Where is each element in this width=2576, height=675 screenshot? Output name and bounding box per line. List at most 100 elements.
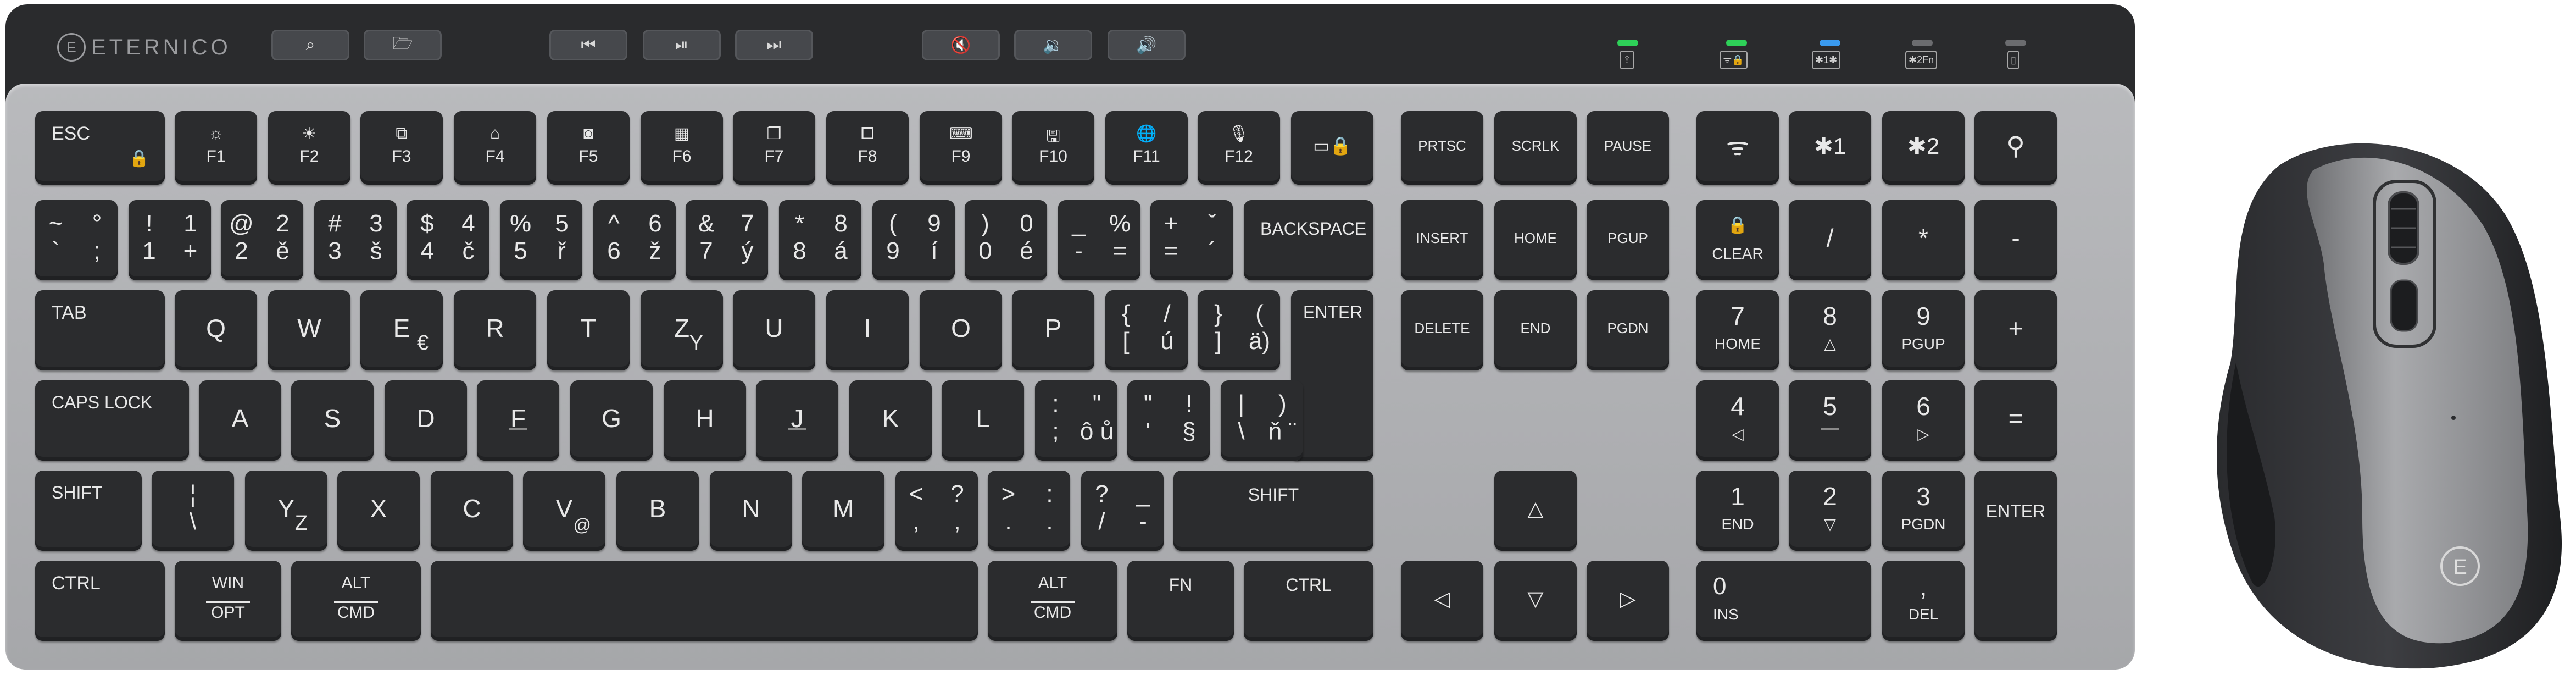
key-s[interactable]: S [291, 380, 374, 461]
numpad-3-key[interactable]: 3 PGDN [1882, 471, 1965, 551]
key-x[interactable]: X [337, 471, 420, 551]
key-u[interactable]: U [733, 290, 815, 370]
key-c[interactable]: C [431, 471, 513, 551]
previous-track-hotkey[interactable]: ⏮ [549, 30, 627, 60]
key-v[interactable]: V @ [523, 471, 605, 551]
bracket-left-key[interactable]: {/ [ú [1105, 290, 1188, 370]
numpad-multiply-key[interactable]: * [1882, 200, 1965, 280]
key-o[interactable]: O [920, 290, 1002, 370]
key-6[interactable]: ^ 6 6 ž [593, 200, 676, 280]
key-7[interactable]: & 7 7 ý [686, 200, 768, 280]
key-y[interactable]: YZ [245, 471, 327, 551]
key-b[interactable]: B [616, 471, 699, 551]
f5-key[interactable]: ◙ F5 [547, 111, 630, 185]
f9-key[interactable]: ⌨ F9 [920, 111, 1002, 185]
numpad-enter-key[interactable]: ENTER [1974, 471, 2057, 641]
key-n[interactable]: N [710, 471, 792, 551]
key-i[interactable]: I [826, 290, 909, 370]
key-3[interactable]: #3 3 š [314, 200, 397, 280]
key-8[interactable]: * 8 8 á [779, 200, 861, 280]
pause-key[interactable]: PAUSE [1587, 111, 1669, 185]
enter-key[interactable]: ENTER [1291, 290, 1373, 461]
key-m[interactable]: M [802, 471, 884, 551]
search-hotkey[interactable]: ⌕ [271, 30, 349, 60]
key-t[interactable]: T [547, 290, 630, 370]
pgdn-key[interactable]: PGDN [1587, 290, 1669, 370]
numpad-8-key[interactable]: 8 △ [1789, 290, 1871, 370]
play-pause-hotkey[interactable]: ⏯ [643, 30, 721, 60]
numpad-equals-key[interactable]: = [1974, 380, 2057, 461]
clear-key[interactable]: 🔒 CLEAR [1696, 200, 1779, 280]
tab-key[interactable]: TAB [35, 290, 165, 370]
folder-hotkey[interactable]: 🗁 [364, 30, 442, 60]
numpad-divide-key[interactable]: / [1789, 200, 1871, 280]
pgup-key[interactable]: PGUP [1587, 200, 1669, 280]
screen-lock-key[interactable]: ▭🔒 [1291, 111, 1373, 185]
key-5[interactable]: % 5 5 ř [500, 200, 582, 280]
f6-key[interactable]: ▦ F6 [641, 111, 723, 185]
key-l[interactable]: L [942, 380, 1024, 461]
next-track-hotkey[interactable]: ⏭ [735, 30, 813, 60]
right-alt-cmd-key[interactable]: ALT CMD [988, 561, 1117, 641]
left-arrow-key[interactable]: ◁ [1401, 561, 1483, 641]
numpad-minus-key[interactable]: - [1974, 200, 2057, 280]
backslash-key[interactable]: |) \ ň ¨ [1221, 380, 1303, 461]
key-k[interactable]: K [849, 380, 932, 461]
usb-key[interactable]: ⚲ [1974, 111, 2057, 185]
right-ctrl-key[interactable]: CTRL [1244, 561, 1373, 641]
delete-key[interactable]: DELETE [1401, 290, 1483, 370]
f2-key[interactable]: ☀ F2 [268, 111, 350, 185]
f11-key[interactable]: 🌐 F11 [1105, 111, 1188, 185]
key-e[interactable]: E € [360, 290, 443, 370]
up-arrow-key[interactable]: △ [1494, 471, 1577, 551]
key-g[interactable]: G [570, 380, 653, 461]
f10-key[interactable]: 🖫 F10 [1012, 111, 1094, 185]
mute-hotkey[interactable]: 🔇 [922, 30, 1000, 60]
backspace-key[interactable]: BACKSPACE [1244, 200, 1373, 280]
minus-key[interactable]: _% - = [1058, 200, 1140, 280]
slash-key[interactable]: ? _ / - [1081, 471, 1164, 551]
key-f[interactable]: F [477, 380, 559, 461]
numpad-plus-key[interactable]: + [1974, 290, 2057, 370]
numpad-0-key[interactable]: 0 INS [1696, 561, 1871, 641]
end-key[interactable]: END [1494, 290, 1577, 370]
numpad-1-key[interactable]: 1 END [1696, 471, 1779, 551]
f8-key[interactable]: ⧠ F8 [826, 111, 909, 185]
right-arrow-key[interactable]: ▷ [1587, 561, 1669, 641]
key-4[interactable]: $4 4 č [407, 200, 489, 280]
left-alt-cmd-key[interactable]: ALT CMD [291, 561, 421, 641]
iso-backslash-key[interactable]: ¦ \ [152, 471, 234, 551]
key-p[interactable]: P [1012, 290, 1094, 370]
f3-key[interactable]: ⧉ F3 [360, 111, 443, 185]
period-key[interactable]: >:.. [988, 471, 1070, 551]
key-0[interactable]: ) 0 0 é [965, 200, 1047, 280]
bracket-right-key[interactable]: } (] ä) [1198, 290, 1280, 370]
wifi-key[interactable]: ᯤ [1696, 111, 1779, 185]
numpad-decimal-key[interactable]: , DEL [1882, 561, 1965, 641]
prtsc-key[interactable]: PRTSC [1401, 111, 1483, 185]
key-h[interactable]: H [664, 380, 746, 461]
numpad-9-key[interactable]: 9 PGUP [1882, 290, 1965, 370]
key-w[interactable]: W [268, 290, 350, 370]
win-opt-key[interactable]: WIN OPT [175, 561, 281, 641]
bluetooth-1-key[interactable]: ✱1 [1789, 111, 1871, 185]
key-1[interactable]: ! 1 1 + [129, 200, 211, 280]
key-z[interactable]: ZY [641, 290, 723, 370]
spacebar[interactable] [431, 561, 978, 641]
fn-key[interactable]: FN [1127, 561, 1234, 641]
numpad-2-key[interactable]: 2 ▽ [1789, 471, 1871, 551]
caps-lock-key[interactable]: CAPS LOCK [35, 380, 189, 461]
volume-down-hotkey[interactable]: 🔉 [1014, 30, 1092, 60]
numpad-6-key[interactable]: 6 ▷ [1882, 380, 1965, 461]
scrlk-key[interactable]: SCRLK [1494, 111, 1577, 185]
left-shift-key[interactable]: SHIFT [35, 471, 142, 551]
right-shift-key[interactable]: SHIFT [1173, 471, 1373, 551]
semicolon-key[interactable]: : "; ô ů [1035, 380, 1117, 461]
key-2[interactable]: @2 2 ě [221, 200, 303, 280]
grave-key[interactable]: ~ ° `; [35, 200, 118, 280]
left-ctrl-key[interactable]: CTRL [35, 561, 165, 641]
key-q[interactable]: Q [175, 290, 257, 370]
f12-key[interactable]: 🎙 F12 [1198, 111, 1280, 185]
esc-key[interactable]: ESC 🔒 [35, 111, 165, 185]
key-d[interactable]: D [385, 380, 467, 461]
